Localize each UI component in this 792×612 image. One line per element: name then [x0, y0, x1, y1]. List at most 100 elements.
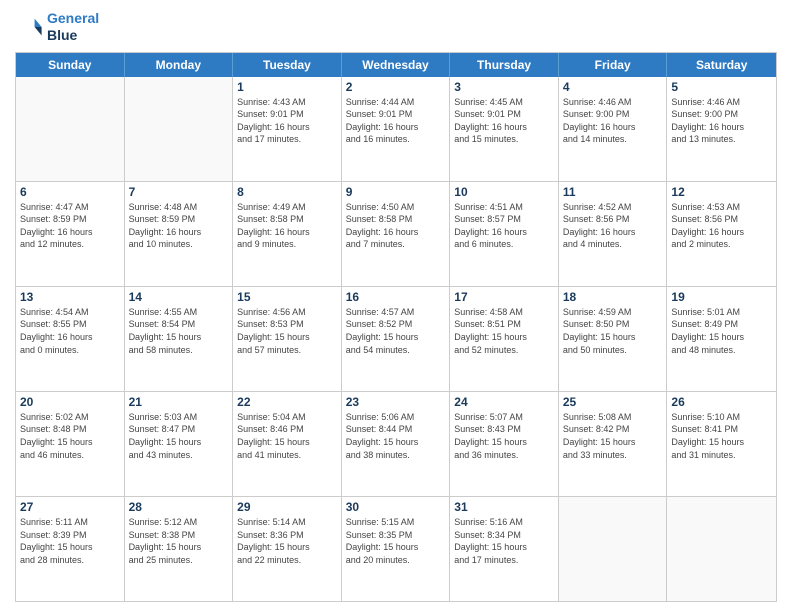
cell-line1: Sunrise: 4:51 AM [454, 201, 554, 214]
cell-line3: Daylight: 15 hours [563, 436, 663, 449]
cell-line4: and 4 minutes. [563, 238, 663, 251]
day-number: 2 [346, 80, 446, 94]
calendar-cell: 23Sunrise: 5:06 AMSunset: 8:44 PMDayligh… [342, 392, 451, 496]
calendar-row-1: 1Sunrise: 4:43 AMSunset: 9:01 PMDaylight… [16, 77, 776, 181]
cell-line3: Daylight: 15 hours [454, 541, 554, 554]
calendar-cell: 6Sunrise: 4:47 AMSunset: 8:59 PMDaylight… [16, 182, 125, 286]
cell-line2: Sunset: 8:43 PM [454, 423, 554, 436]
cell-line3: Daylight: 15 hours [454, 331, 554, 344]
cell-line1: Sunrise: 4:44 AM [346, 96, 446, 109]
calendar-row-5: 27Sunrise: 5:11 AMSunset: 8:39 PMDayligh… [16, 496, 776, 601]
calendar-cell: 30Sunrise: 5:15 AMSunset: 8:35 PMDayligh… [342, 497, 451, 601]
calendar-cell: 2Sunrise: 4:44 AMSunset: 9:01 PMDaylight… [342, 77, 451, 181]
header-day-thursday: Thursday [450, 53, 559, 77]
cell-line3: Daylight: 15 hours [346, 331, 446, 344]
cell-line1: Sunrise: 4:50 AM [346, 201, 446, 214]
calendar-cell: 18Sunrise: 4:59 AMSunset: 8:50 PMDayligh… [559, 287, 668, 391]
cell-line4: and 2 minutes. [671, 238, 772, 251]
day-number: 6 [20, 185, 120, 199]
calendar-cell: 24Sunrise: 5:07 AMSunset: 8:43 PMDayligh… [450, 392, 559, 496]
logo-text: General Blue [47, 10, 99, 44]
cell-line1: Sunrise: 4:58 AM [454, 306, 554, 319]
day-number: 10 [454, 185, 554, 199]
cell-line1: Sunrise: 4:45 AM [454, 96, 554, 109]
cell-line4: and 17 minutes. [237, 133, 337, 146]
cell-line2: Sunset: 8:39 PM [20, 529, 120, 542]
cell-line2: Sunset: 8:49 PM [671, 318, 772, 331]
cell-line1: Sunrise: 4:56 AM [237, 306, 337, 319]
cell-line1: Sunrise: 4:43 AM [237, 96, 337, 109]
cell-line4: and 38 minutes. [346, 449, 446, 462]
cell-line4: and 43 minutes. [129, 449, 229, 462]
day-number: 7 [129, 185, 229, 199]
cell-line4: and 12 minutes. [20, 238, 120, 251]
cell-line2: Sunset: 8:47 PM [129, 423, 229, 436]
cell-line4: and 25 minutes. [129, 554, 229, 567]
cell-line1: Sunrise: 4:57 AM [346, 306, 446, 319]
calendar-row-2: 6Sunrise: 4:47 AMSunset: 8:59 PMDaylight… [16, 181, 776, 286]
cell-line2: Sunset: 8:36 PM [237, 529, 337, 542]
calendar-cell: 28Sunrise: 5:12 AMSunset: 8:38 PMDayligh… [125, 497, 234, 601]
cell-line3: Daylight: 15 hours [563, 331, 663, 344]
cell-line2: Sunset: 8:56 PM [671, 213, 772, 226]
cell-line3: Daylight: 16 hours [563, 226, 663, 239]
header-day-wednesday: Wednesday [342, 53, 451, 77]
cell-line1: Sunrise: 5:02 AM [20, 411, 120, 424]
cell-line3: Daylight: 16 hours [237, 121, 337, 134]
cell-line4: and 16 minutes. [346, 133, 446, 146]
cell-line4: and 50 minutes. [563, 344, 663, 357]
cell-line2: Sunset: 8:54 PM [129, 318, 229, 331]
calendar-cell: 4Sunrise: 4:46 AMSunset: 9:00 PMDaylight… [559, 77, 668, 181]
day-number: 26 [671, 395, 772, 409]
cell-line1: Sunrise: 5:04 AM [237, 411, 337, 424]
cell-line1: Sunrise: 5:16 AM [454, 516, 554, 529]
cell-line4: and 13 minutes. [671, 133, 772, 146]
cell-line1: Sunrise: 5:15 AM [346, 516, 446, 529]
page: General Blue SundayMondayTuesdayWednesda… [0, 0, 792, 612]
cell-line3: Daylight: 16 hours [237, 226, 337, 239]
cell-line2: Sunset: 8:51 PM [454, 318, 554, 331]
cell-line3: Daylight: 16 hours [20, 226, 120, 239]
cell-line1: Sunrise: 5:12 AM [129, 516, 229, 529]
cell-line1: Sunrise: 4:55 AM [129, 306, 229, 319]
logo-icon [15, 13, 43, 41]
day-number: 9 [346, 185, 446, 199]
calendar-cell: 16Sunrise: 4:57 AMSunset: 8:52 PMDayligh… [342, 287, 451, 391]
day-number: 18 [563, 290, 663, 304]
cell-line2: Sunset: 8:34 PM [454, 529, 554, 542]
cell-line3: Daylight: 16 hours [454, 226, 554, 239]
cell-line4: and 36 minutes. [454, 449, 554, 462]
cell-line2: Sunset: 9:01 PM [454, 108, 554, 121]
cell-line4: and 0 minutes. [20, 344, 120, 357]
day-number: 4 [563, 80, 663, 94]
cell-line1: Sunrise: 4:47 AM [20, 201, 120, 214]
cell-line3: Daylight: 15 hours [129, 541, 229, 554]
day-number: 20 [20, 395, 120, 409]
cell-line3: Daylight: 15 hours [346, 436, 446, 449]
cell-line1: Sunrise: 5:10 AM [671, 411, 772, 424]
day-number: 5 [671, 80, 772, 94]
cell-line1: Sunrise: 5:08 AM [563, 411, 663, 424]
cell-line1: Sunrise: 4:54 AM [20, 306, 120, 319]
cell-line3: Daylight: 16 hours [563, 121, 663, 134]
day-number: 13 [20, 290, 120, 304]
day-number: 21 [129, 395, 229, 409]
calendar-header: SundayMondayTuesdayWednesdayThursdayFrid… [16, 53, 776, 77]
cell-line2: Sunset: 8:44 PM [346, 423, 446, 436]
day-number: 24 [454, 395, 554, 409]
cell-line3: Daylight: 16 hours [346, 121, 446, 134]
cell-line1: Sunrise: 4:48 AM [129, 201, 229, 214]
header-day-sunday: Sunday [16, 53, 125, 77]
day-number: 12 [671, 185, 772, 199]
cell-line2: Sunset: 8:35 PM [346, 529, 446, 542]
calendar-cell: 11Sunrise: 4:52 AMSunset: 8:56 PMDayligh… [559, 182, 668, 286]
cell-line1: Sunrise: 5:06 AM [346, 411, 446, 424]
calendar-cell: 13Sunrise: 4:54 AMSunset: 8:55 PMDayligh… [16, 287, 125, 391]
cell-line4: and 6 minutes. [454, 238, 554, 251]
calendar-cell [125, 77, 234, 181]
day-number: 27 [20, 500, 120, 514]
calendar-cell: 29Sunrise: 5:14 AMSunset: 8:36 PMDayligh… [233, 497, 342, 601]
cell-line3: Daylight: 16 hours [671, 121, 772, 134]
calendar-cell: 10Sunrise: 4:51 AMSunset: 8:57 PMDayligh… [450, 182, 559, 286]
calendar-cell: 8Sunrise: 4:49 AMSunset: 8:58 PMDaylight… [233, 182, 342, 286]
